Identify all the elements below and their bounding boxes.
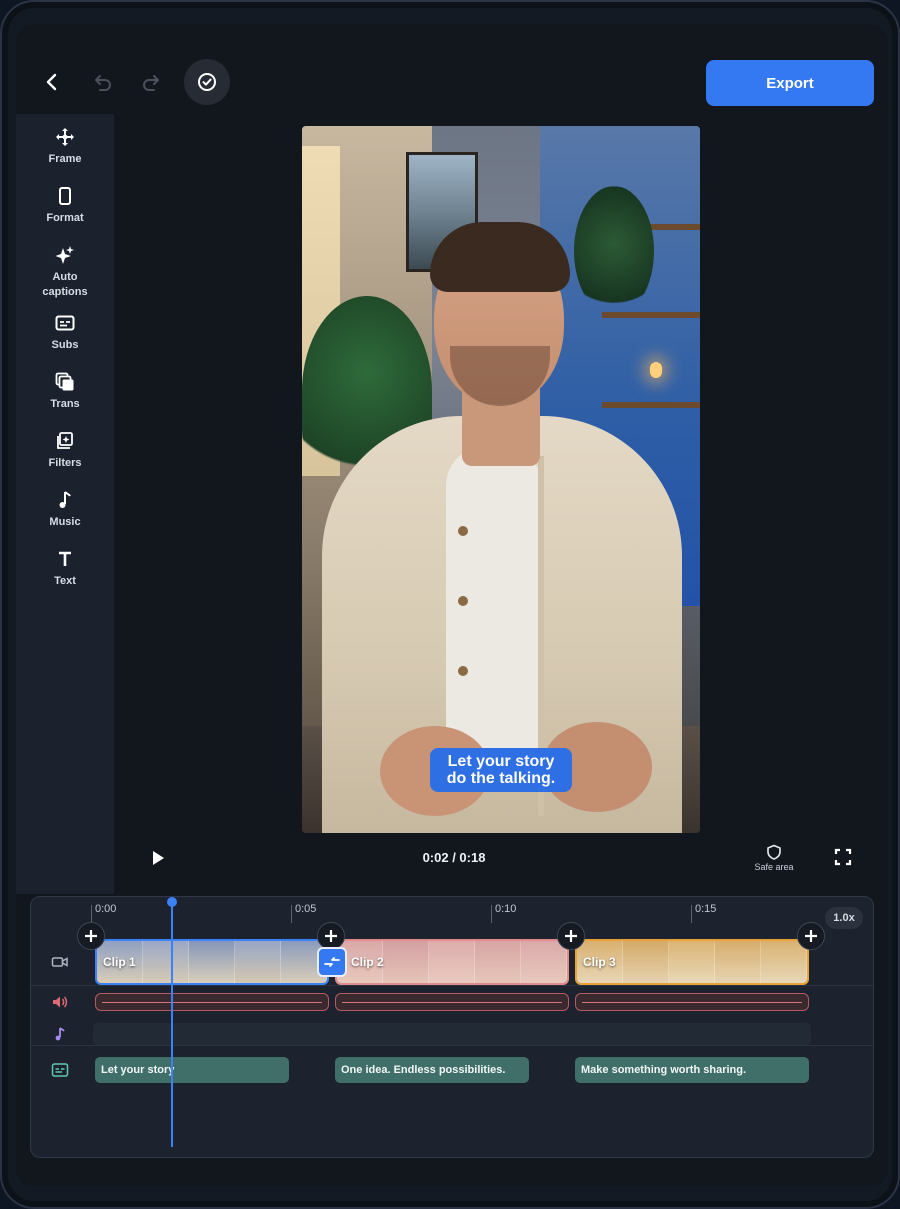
transition-arrows-icon: [324, 957, 340, 967]
track-separator: [31, 1045, 873, 1046]
check-circle-icon: [198, 73, 216, 91]
subtitles-icon: [54, 312, 76, 334]
phone-frame-icon: [54, 185, 76, 207]
chevron-left-icon: [46, 73, 57, 91]
ruler-tick: [291, 905, 292, 923]
add-clip-button[interactable]: [557, 922, 585, 950]
sidebar-item-subs[interactable]: Subs: [16, 312, 114, 353]
preview-shirt-button: [458, 596, 468, 606]
undo-icon: [95, 75, 111, 91]
play-button[interactable]: [148, 848, 168, 868]
sidebar-item-music[interactable]: Music: [16, 489, 114, 530]
sidebar-item-filters[interactable]: Filters: [16, 430, 114, 471]
play-icon: [153, 851, 164, 865]
sidebar-item-label: Music: [49, 516, 81, 528]
export-button[interactable]: Export: [706, 60, 874, 106]
video-camera-icon: [51, 953, 69, 971]
sidebar-item-trans[interactable]: Trans: [16, 371, 114, 412]
subtitles-icon: [51, 1061, 69, 1079]
safe-area-toggle[interactable]: Safe area: [744, 844, 804, 872]
sidebar-item-label: Text: [54, 575, 76, 587]
clip-label: Clip 1: [103, 955, 136, 969]
music-note-icon[interactable]: [51, 1025, 69, 1043]
ruler-tick: [91, 905, 92, 923]
text-icon: [54, 548, 76, 570]
sparkle-icon: [54, 244, 76, 266]
speaker-icon[interactable]: [51, 993, 69, 1011]
add-clip-button[interactable]: [317, 922, 345, 950]
preview-person-tshirt: [446, 446, 542, 776]
add-clip-button[interactable]: [797, 922, 825, 950]
playhead-handle[interactable]: [167, 897, 177, 907]
ruler-tick: [491, 905, 492, 923]
preview-shelf: [602, 402, 700, 408]
add-clip-button[interactable]: [77, 922, 105, 950]
sidebar-item-label: Format: [46, 212, 84, 224]
sidebar-item-text[interactable]: Text: [16, 548, 114, 589]
transition-button[interactable]: [317, 947, 347, 977]
ruler-tick: [691, 905, 692, 923]
tablet-frame: Export Frame Format Auto captions Subs T…: [0, 0, 900, 1209]
sidebar-item-label: Frame: [48, 153, 82, 165]
track-separator: [31, 985, 873, 986]
sidebar-item-label: Filters: [48, 457, 82, 469]
timeline-panel: 0:00 0:05 0:10 0:15 1.0x Clip 1 Clip 2 C…: [30, 896, 874, 1158]
clip-label: Clip 2: [351, 955, 384, 969]
fullscreen-icon: [834, 848, 852, 866]
tool-sidebar: Frame Format Auto captions Subs Trans Fi…: [16, 114, 114, 894]
sidebar-item-auto-captions[interactable]: Auto captions: [16, 244, 114, 300]
clip-label: Clip 3: [583, 955, 616, 969]
ruler-label: 0:05: [295, 903, 317, 915]
move-icon: [54, 126, 76, 148]
subtitle-segment[interactable]: Make something worth sharing.: [575, 1057, 809, 1083]
safe-area-label: Safe area: [754, 862, 794, 872]
transition-icon: [54, 371, 76, 393]
sidebar-item-label: Subs: [51, 339, 79, 351]
audio-waveform-3[interactable]: [575, 993, 809, 1011]
fullscreen-button[interactable]: [834, 848, 854, 868]
back-button[interactable]: [30, 60, 74, 104]
music-note-icon: [54, 489, 76, 511]
plus-icon: [805, 930, 817, 942]
sidebar-item-label: Trans: [50, 398, 80, 410]
ruler-label: 0:15: [695, 903, 717, 915]
preview-plant: [574, 186, 654, 316]
editor-screen: Export Frame Format Auto captions Subs T…: [16, 24, 888, 1186]
ruler-label: 0:10: [495, 903, 517, 915]
video-preview[interactable]: Let your story do the talking.: [302, 126, 700, 833]
clip-2[interactable]: Clip 2: [335, 939, 569, 985]
music-track-lane[interactable]: [93, 1023, 811, 1045]
filter-icon: [54, 430, 76, 452]
redo-button[interactable]: [130, 60, 174, 104]
preview-shirt-button: [458, 666, 468, 676]
playhead[interactable]: [171, 901, 173, 1147]
done-button[interactable]: [184, 59, 230, 105]
preview-lamp: [650, 362, 662, 378]
plus-icon: [565, 930, 577, 942]
timecode: 0:02 / 0:18: [422, 850, 486, 865]
undo-button[interactable]: [80, 60, 124, 104]
shield-icon: [767, 844, 781, 860]
preview-shirt-button: [458, 526, 468, 536]
speed-indicator[interactable]: 1.0x: [825, 907, 863, 929]
clip-3[interactable]: Clip 3: [575, 939, 809, 985]
audio-waveform-2[interactable]: [335, 993, 569, 1011]
sidebar-item-format[interactable]: Format: [16, 185, 114, 226]
ruler-label: 0:00: [95, 903, 117, 915]
caption-overlay[interactable]: Let your story do the talking.: [430, 748, 572, 792]
top-toolbar: Export: [16, 24, 888, 116]
audio-waveform-1[interactable]: [95, 993, 329, 1011]
subtitle-segment[interactable]: One idea. Endless possibilities.: [335, 1057, 529, 1083]
clip-1[interactable]: Clip 1: [95, 939, 329, 985]
subtitle-segment[interactable]: Let your story: [95, 1057, 289, 1083]
plus-icon: [325, 930, 337, 942]
sidebar-item-label: Auto captions: [42, 271, 88, 298]
plus-icon: [85, 930, 97, 942]
sidebar-item-frame[interactable]: Frame: [16, 126, 114, 167]
redo-icon: [143, 75, 159, 91]
preview-person-hair: [430, 222, 570, 292]
